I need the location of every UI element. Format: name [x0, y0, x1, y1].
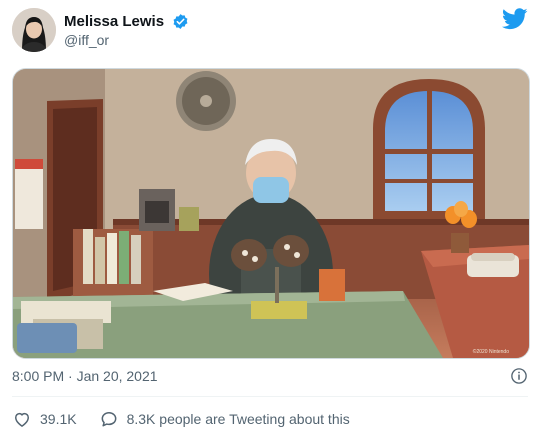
- media-watermark: ©2020 Nintendo: [473, 348, 509, 355]
- speech-bubble-icon[interactable]: [99, 409, 119, 429]
- info-icon[interactable]: [510, 367, 528, 385]
- like-count[interactable]: 39.1K: [40, 411, 77, 427]
- twitter-bird-icon[interactable]: [501, 8, 528, 30]
- author-avatar[interactable]: [12, 8, 56, 52]
- author-handle[interactable]: @iff_or: [64, 32, 109, 48]
- author-name-row[interactable]: Melissa Lewis: [64, 13, 189, 31]
- tweet-actions: 39.1K 8.3K people are Tweeting about thi…: [12, 409, 350, 429]
- tweeting-about-text[interactable]: 8.3K people are Tweeting about this: [127, 411, 350, 427]
- divider: [12, 396, 528, 397]
- tweet-timestamp[interactable]: 8:00 PM · Jan 20, 2021: [12, 368, 158, 384]
- heart-icon[interactable]: [12, 409, 32, 429]
- tweet-media-image[interactable]: ©2020 Nintendo: [12, 68, 530, 359]
- author-name[interactable]: Melissa Lewis: [64, 13, 164, 30]
- verified-badge-icon: [172, 13, 189, 30]
- tweet-header: Melissa Lewis @iff_or: [12, 8, 528, 52]
